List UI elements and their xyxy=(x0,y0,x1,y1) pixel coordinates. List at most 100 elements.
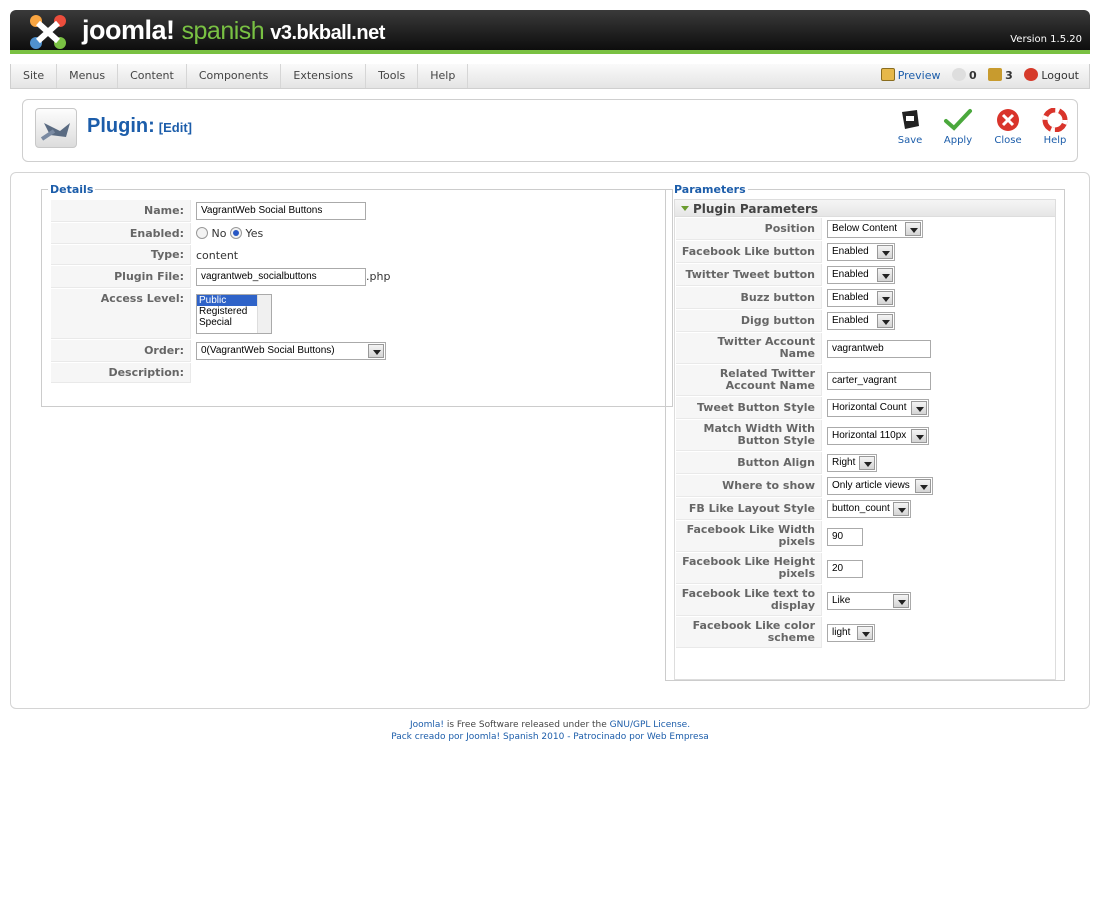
param-value: Enabled xyxy=(832,269,869,280)
details-legend: Details xyxy=(50,183,94,196)
param-label: Twitter Account Name xyxy=(676,333,822,364)
joomla-logo-icon xyxy=(30,15,66,49)
param-select[interactable]: Enabled xyxy=(827,266,895,284)
param-label: Digg button xyxy=(676,310,822,332)
joomla-link[interactable]: Joomla! xyxy=(410,720,444,730)
chevron-down-icon xyxy=(877,314,893,328)
param-value: Below Content xyxy=(832,223,898,234)
save-button[interactable]: Save xyxy=(887,108,933,146)
param-input[interactable]: carter_vagrant xyxy=(827,371,931,390)
messages-icon xyxy=(952,68,967,81)
param-select[interactable]: light xyxy=(827,623,875,642)
chevron-down-icon xyxy=(905,222,921,236)
parameters-fieldset: Parameters Plugin Parameters Position Bel… xyxy=(665,183,1065,681)
details-fieldset: Details Name: VagrantWeb Social Buttons … xyxy=(41,183,673,407)
param-select[interactable]: Horizontal 110px xyxy=(827,426,929,445)
row-file: Plugin File: vagrantweb_socialbuttons .ph… xyxy=(51,266,663,288)
param-label: Button Align xyxy=(676,452,822,474)
param-label: Facebook Like text to display xyxy=(676,585,822,616)
param-input[interactable]: 90 xyxy=(827,527,863,546)
param-label: Facebook Like button xyxy=(676,241,822,263)
description-label: Description: xyxy=(51,363,191,383)
parameters-legend: Parameters xyxy=(674,183,746,196)
menu-site[interactable]: Site xyxy=(11,64,58,88)
param-label: Facebook Like color scheme xyxy=(676,617,822,648)
admin-header: joomla! spanish v3.bkball.net Version 1.5… xyxy=(10,10,1090,54)
menu-tools[interactable]: Tools xyxy=(366,64,419,88)
name-label: Name: xyxy=(51,200,191,222)
row-name: Name: VagrantWeb Social Buttons xyxy=(51,200,663,222)
param-value: Enabled xyxy=(832,292,869,303)
apply-button[interactable]: Apply xyxy=(935,108,981,146)
plugin-file-input[interactable]: vagrantweb_socialbuttons xyxy=(196,268,366,286)
file-extension: .php xyxy=(366,270,391,283)
order-value: 0(VagrantWeb Social Buttons) xyxy=(201,345,335,356)
row-enabled: Enabled: No Yes xyxy=(51,223,663,244)
param-label: Twitter Tweet button xyxy=(676,264,822,286)
preview-link[interactable]: Preview xyxy=(880,68,941,82)
order-select[interactable]: 0(VagrantWeb Social Buttons) xyxy=(196,342,386,360)
logout-link[interactable]: Logout xyxy=(1024,68,1079,82)
expand-arrow-icon xyxy=(681,206,689,211)
menu-menus[interactable]: Menus xyxy=(57,64,119,88)
version-label: Version 1.5.20 xyxy=(1010,34,1082,45)
access-option-public[interactable]: Public xyxy=(197,295,257,306)
help-button[interactable]: Help xyxy=(1032,108,1078,146)
param-row: Button Align Right xyxy=(676,452,1054,474)
plugin-parameters-toggle[interactable]: Plugin Parameters xyxy=(674,199,1056,217)
param-label: Match Width With Button Style xyxy=(676,420,822,451)
param-select[interactable]: Enabled xyxy=(827,289,895,307)
param-select[interactable]: Like xyxy=(827,591,911,610)
name-input[interactable]: VagrantWeb Social Buttons xyxy=(196,202,366,220)
param-select[interactable]: Enabled xyxy=(827,243,895,261)
param-input[interactable]: vagrantweb xyxy=(827,339,931,358)
access-label: Access Level: xyxy=(51,289,191,339)
param-value: Enabled xyxy=(832,246,869,257)
param-label: Facebook Like Width pixels xyxy=(676,521,822,552)
enabled-yes-radio[interactable] xyxy=(229,227,242,239)
menu-components[interactable]: Components xyxy=(187,64,282,88)
param-select[interactable]: Only article views xyxy=(827,477,933,495)
param-select[interactable]: Horizontal Count xyxy=(827,399,929,417)
param-input[interactable]: 20 xyxy=(827,559,863,578)
close-button[interactable]: Close xyxy=(985,108,1031,146)
param-select[interactable]: Right xyxy=(827,454,877,472)
row-order: Order: 0(VagrantWeb Social Buttons) xyxy=(51,340,663,362)
param-value: Horizontal Count xyxy=(832,402,907,413)
enabled-no-radio[interactable] xyxy=(196,227,208,239)
param-row: Tweet Button Style Horizontal Count xyxy=(676,397,1054,419)
param-value: button_count xyxy=(832,503,890,514)
param-row: Twitter Account Name vagrantweb xyxy=(676,333,1054,364)
param-label: Position xyxy=(676,218,822,240)
param-value: Horizontal 110px xyxy=(832,429,907,441)
file-label: Plugin File: xyxy=(51,266,191,288)
param-select[interactable]: button_count xyxy=(827,500,911,518)
param-select[interactable]: Enabled xyxy=(827,312,895,330)
users-icon xyxy=(988,68,1003,81)
param-label: Facebook Like Height pixels xyxy=(676,553,822,584)
listbox-scrollbar[interactable] xyxy=(257,295,271,333)
param-value: Enabled xyxy=(832,315,869,326)
menu-extensions[interactable]: Extensions xyxy=(281,64,367,88)
param-row: Facebook Like color scheme light xyxy=(676,617,1054,648)
access-level-listbox[interactable]: Public Registered Special xyxy=(196,294,272,334)
param-label: Related Twitter Account Name xyxy=(676,365,822,396)
param-row: Facebook Like Height pixels 20 xyxy=(676,553,1054,584)
messages-count[interactable]: 0 xyxy=(952,68,977,82)
param-row: Facebook Like text to display Like xyxy=(676,585,1054,616)
users-count[interactable]: 3 xyxy=(988,68,1013,82)
param-value: Right xyxy=(832,457,856,468)
preview-icon xyxy=(880,68,895,81)
chevron-down-icon xyxy=(893,502,909,516)
param-row: Facebook Like Width pixels 90 xyxy=(676,521,1054,552)
save-icon xyxy=(902,110,919,129)
menu-content[interactable]: Content xyxy=(118,64,187,88)
checkmark-icon xyxy=(944,109,972,131)
menu-help[interactable]: Help xyxy=(418,64,469,88)
chevron-down-icon xyxy=(911,401,927,415)
param-value: light xyxy=(832,626,851,638)
chevron-down-icon xyxy=(877,268,893,282)
gpl-license-link[interactable]: GNU/GPL License. xyxy=(610,720,690,730)
param-select[interactable]: Below Content xyxy=(827,220,923,238)
logout-icon xyxy=(1024,68,1039,81)
